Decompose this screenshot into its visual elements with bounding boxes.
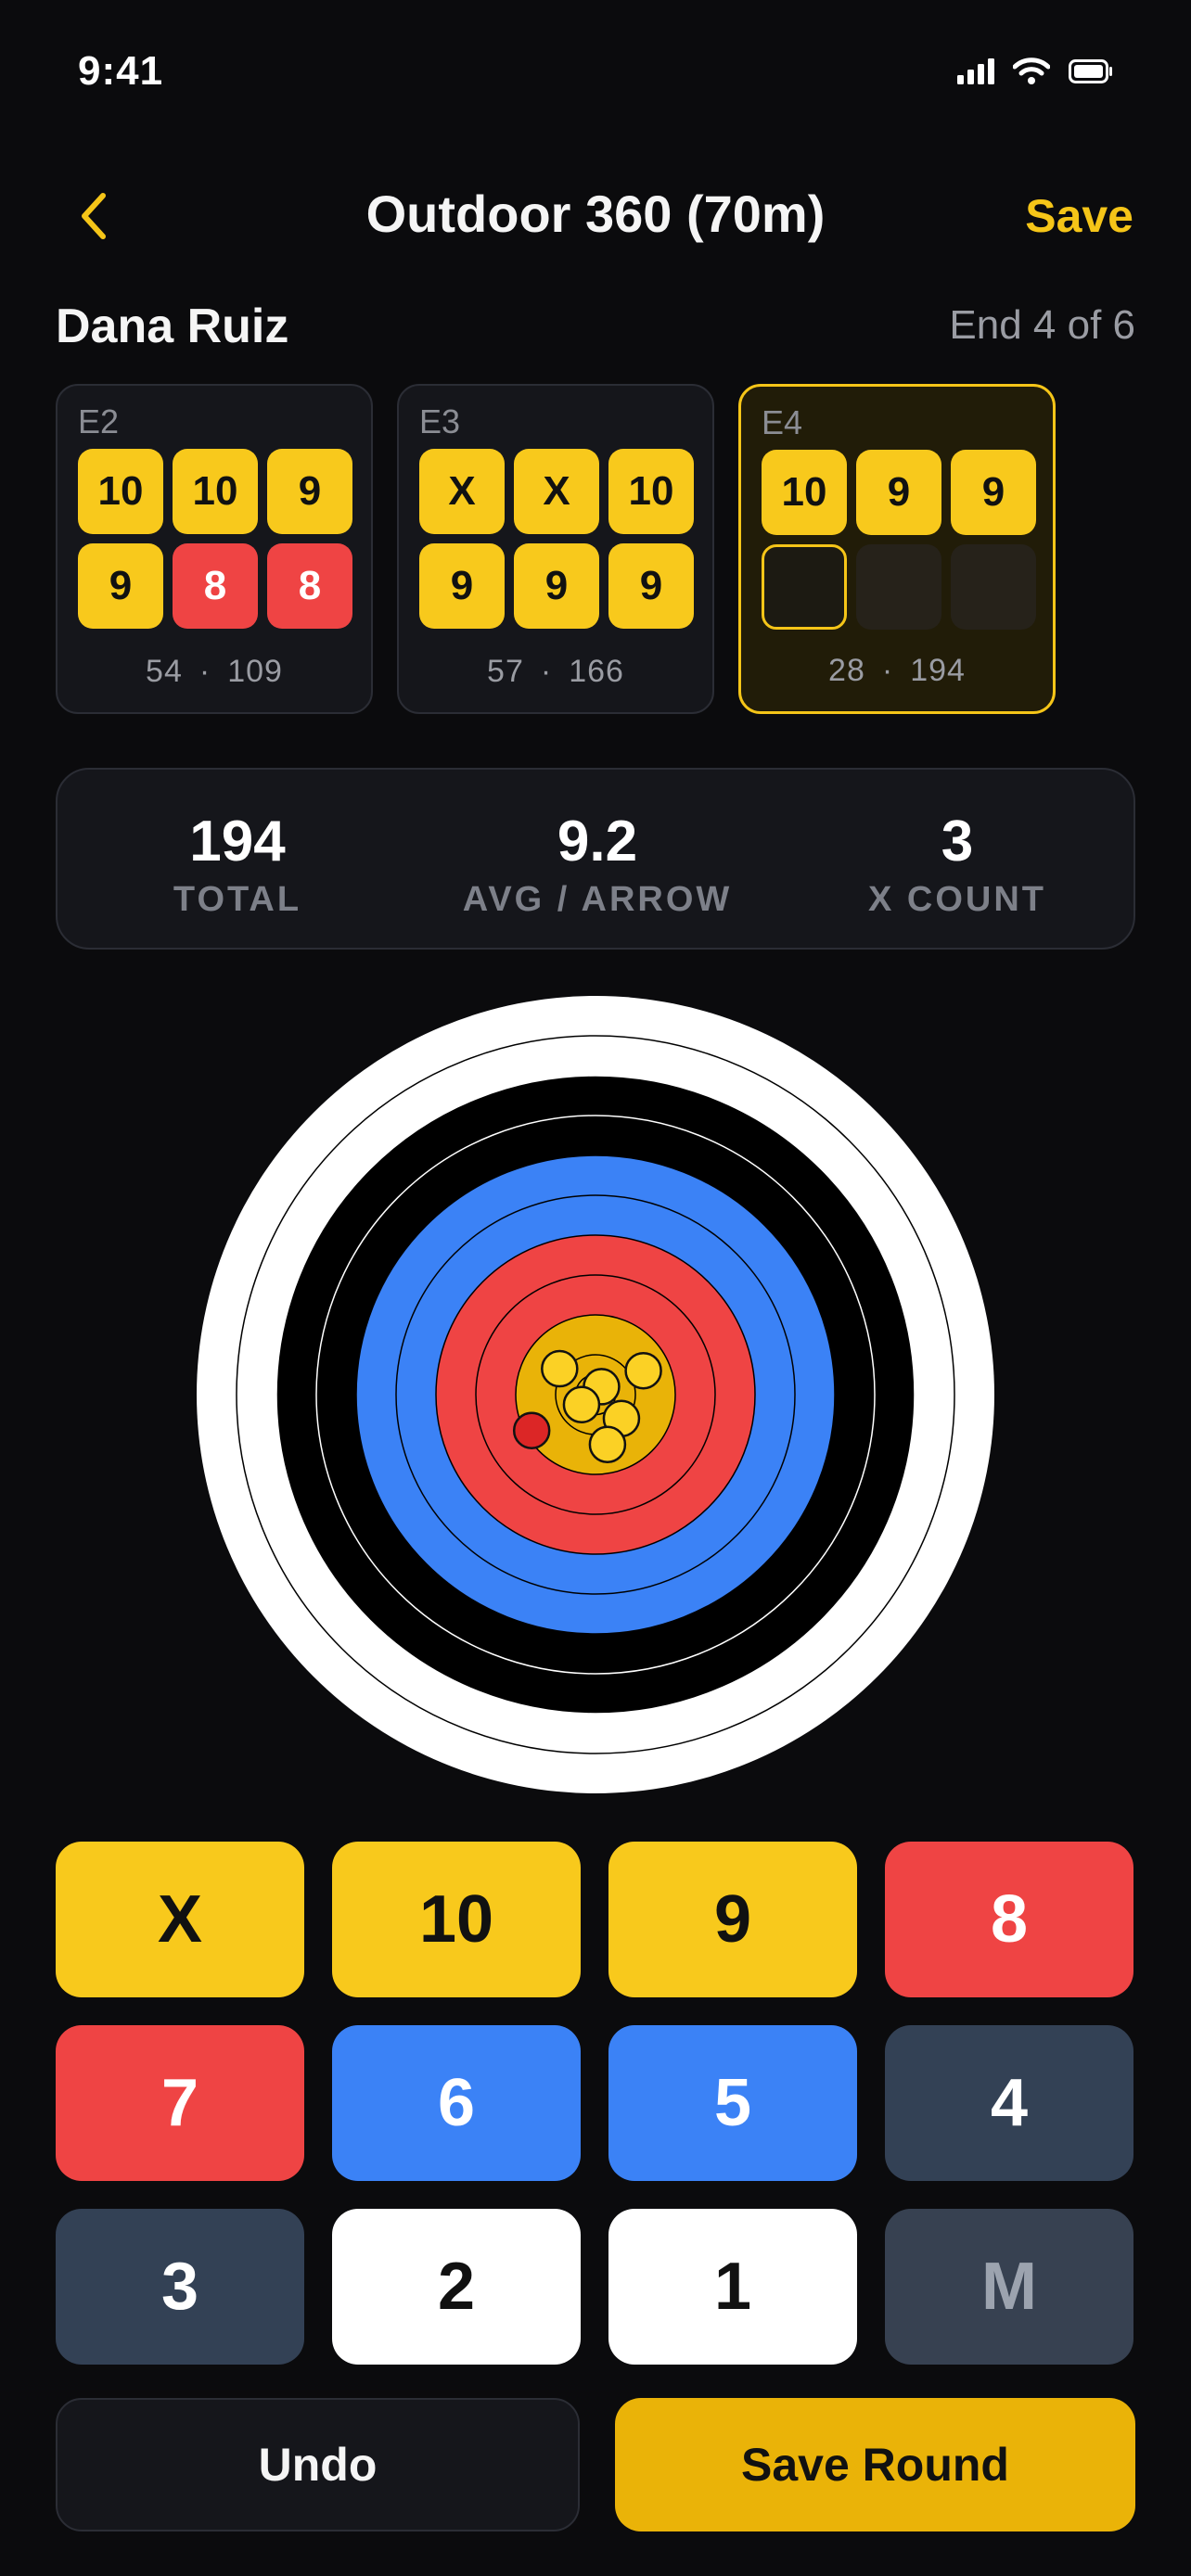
stat-total-label: TOTAL — [173, 880, 302, 919]
end-progress: End 4 of 6 — [949, 302, 1135, 348]
stat-average-label: AVG / ARROW — [462, 880, 733, 919]
undo-button[interactable]: Undo — [56, 2398, 580, 2531]
nav-bar: Outdoor 360 (70m) Save — [0, 167, 1191, 269]
target-svg[interactable] — [197, 996, 994, 1793]
end-card-e4[interactable]: E4 10 9 9 28 · 194 — [738, 384, 1056, 714]
archer-row: Dana Ruiz End 4 of 6 — [56, 299, 1135, 363]
wifi-icon — [1012, 57, 1051, 90]
arrow-hit-marker[interactable] — [588, 1425, 627, 1463]
score-key-6[interactable]: 6 — [332, 2025, 581, 2181]
save-button[interactable]: Save — [1025, 189, 1133, 243]
end-total: 54 — [146, 654, 183, 689]
status-icons — [957, 57, 1113, 90]
end-separator: · — [881, 653, 894, 688]
running-total: 109 — [227, 654, 283, 689]
score-key-x[interactable]: X — [56, 1842, 304, 1997]
end-arrow-grid: X X 10 9 9 9 — [419, 449, 694, 629]
archer-name: Dana Ruiz — [56, 300, 289, 353]
arrow-score-cell[interactable]: 10 — [608, 449, 694, 534]
running-total: 166 — [569, 654, 624, 689]
end-arrow-grid: 10 9 9 — [762, 450, 1036, 630]
score-key-8[interactable]: 8 — [885, 1842, 1133, 1997]
arrow-cell-empty[interactable] — [856, 544, 941, 630]
end-separator: · — [198, 654, 211, 689]
end-label: E3 — [419, 402, 461, 440]
score-key-m[interactable]: M — [885, 2209, 1133, 2365]
arrow-score-cell[interactable]: 8 — [173, 543, 258, 629]
end-card-e2[interactable]: E2 10 10 9 9 8 8 54 · 109 — [56, 384, 373, 714]
arrow-score-cell[interactable]: 9 — [419, 543, 505, 629]
stat-total: 194 TOTAL — [58, 809, 417, 920]
arrow-score-cell[interactable]: 9 — [514, 543, 599, 629]
arrow-hit-marker[interactable] — [512, 1411, 551, 1449]
bottom-actions: Undo Save Round — [56, 2398, 1135, 2531]
score-key-1[interactable]: 1 — [608, 2209, 857, 2365]
score-key-7[interactable]: 7 — [56, 2025, 304, 2181]
running-total: 194 — [910, 653, 966, 688]
end-separator: · — [540, 654, 553, 689]
arrow-cell-current[interactable] — [762, 544, 847, 630]
end-arrow-grid: 10 10 9 9 8 8 — [78, 449, 352, 629]
end-card-e3[interactable]: E3 X X 10 9 9 9 57 · 166 — [397, 384, 714, 714]
score-key-2[interactable]: 2 — [332, 2209, 581, 2365]
status-bar: 9:41 — [0, 0, 1191, 139]
save-round-button[interactable]: Save Round — [615, 2398, 1135, 2531]
end-footer: 28 · 194 — [741, 653, 1053, 689]
scoring-screen: 9:41 Outdoor 360 (70m) Save Dana Ruiz En… — [0, 0, 1191, 2576]
arrow-score-cell[interactable]: 10 — [762, 450, 847, 535]
score-key-4[interactable]: 4 — [885, 2025, 1133, 2181]
arrow-score-cell[interactable]: 9 — [267, 449, 352, 534]
score-key-10[interactable]: 10 — [332, 1842, 581, 1997]
score-key-5[interactable]: 5 — [608, 2025, 857, 2181]
stat-x-count: 3 X COUNT — [777, 809, 1137, 920]
arrow-score-cell[interactable]: 10 — [173, 449, 258, 534]
end-label: E2 — [78, 402, 120, 440]
score-key-9[interactable]: 9 — [608, 1842, 857, 1997]
arrow-hit-marker[interactable] — [624, 1351, 662, 1390]
status-time: 9:41 — [78, 48, 164, 94]
stat-average: 9.2 AVG / ARROW — [417, 809, 777, 920]
end-total: 57 — [487, 654, 524, 689]
arrow-hit-marker[interactable] — [562, 1385, 601, 1423]
arrow-hit-marker[interactable] — [541, 1349, 579, 1388]
end-footer: 57 · 166 — [399, 654, 712, 690]
arrow-score-cell[interactable]: 9 — [856, 450, 941, 535]
stat-x-count-label: X COUNT — [868, 880, 1046, 919]
arrow-cell-empty[interactable] — [951, 544, 1036, 630]
arrow-score-cell[interactable]: 8 — [267, 543, 352, 629]
stat-total-value: 194 — [189, 810, 286, 874]
stat-average-value: 9.2 — [557, 810, 638, 874]
score-keypad: X 10 9 8 7 6 5 4 3 2 1 M — [56, 1842, 1135, 2365]
page-title: Outdoor 360 (70m) — [365, 185, 826, 243]
arrow-score-cell[interactable]: 9 — [951, 450, 1036, 535]
end-total: 28 — [828, 653, 865, 688]
arrow-score-cell[interactable]: 9 — [608, 543, 694, 629]
score-key-3[interactable]: 3 — [56, 2209, 304, 2365]
battery-icon — [1069, 59, 1113, 88]
arrow-score-cell[interactable]: X — [419, 449, 505, 534]
arrow-score-cell[interactable]: X — [514, 449, 599, 534]
stats-card: 194 TOTAL 9.2 AVG / ARROW 3 X COUNT — [56, 768, 1135, 950]
signal-icon — [957, 58, 994, 89]
arrow-score-cell[interactable]: 9 — [78, 543, 163, 629]
stat-x-count-value: 3 — [941, 810, 974, 874]
target-face[interactable] — [197, 996, 994, 1793]
end-footer: 54 · 109 — [58, 654, 371, 690]
end-label: E4 — [762, 403, 803, 441]
arrow-score-cell[interactable]: 10 — [78, 449, 163, 534]
ends-row: E2 10 10 9 9 8 8 54 · 109 E3 X X 10 9 9 9 57 · 166 E4 10 9 9 28 ·… — [56, 384, 1056, 714]
